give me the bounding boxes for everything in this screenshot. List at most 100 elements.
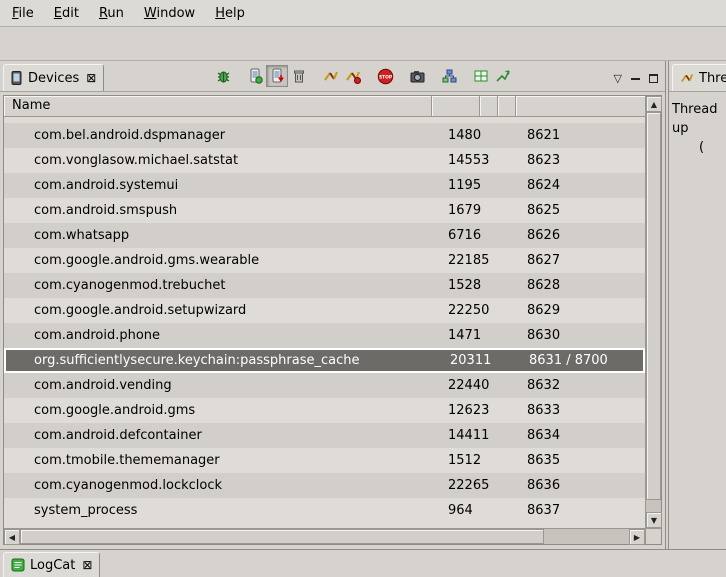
process-port: 8637 (520, 498, 645, 523)
scroll-down-icon[interactable]: ▼ (646, 512, 662, 528)
process-name: com.bel.android.dspmanager (4, 123, 432, 148)
device-row[interactable]: com.google.android.gms 12623 8633 (4, 398, 645, 423)
process-pid: 1679 (432, 198, 520, 223)
device-row[interactable]: com.tmobile.thememanager 1512 8635 (4, 448, 645, 473)
svg-text:STOP: STOP (379, 74, 393, 80)
device-row[interactable]: com.android.defcontainer 14411 8634 (4, 423, 645, 448)
maximize-icon[interactable] (649, 74, 658, 83)
menu-run[interactable]: Run (91, 3, 132, 24)
threads-message: Thread up ( (669, 92, 726, 157)
process-pid: 1195 (432, 173, 520, 198)
device-table-body: com.bel.android.dspmanager 1480 8621 com… (4, 117, 645, 528)
device-row[interactable]: com.google.android.gms.wearable 22185 86… (4, 248, 645, 273)
view-hierarchy-icon[interactable] (438, 65, 460, 87)
stop-process-icon[interactable]: STOP (374, 65, 396, 87)
process-pid: 964 (432, 498, 520, 523)
device-row[interactable]: org.sufficientlysecure.keychain:passphra… (4, 348, 645, 373)
process-port: 8623 (520, 148, 645, 173)
vertical-scrollbar[interactable]: ▲ ▼ (645, 96, 661, 544)
menu-file[interactable]: File (4, 3, 42, 24)
device-row[interactable]: com.vonglasow.michael.satstat 14553 8623 (4, 148, 645, 173)
process-name: com.tmobile.thememanager (4, 448, 432, 473)
column-header-port[interactable] (516, 96, 645, 116)
minimize-icon[interactable] (631, 77, 640, 80)
horizontal-scroll-thumb[interactable] (20, 529, 544, 544)
device-row[interactable]: com.cyanogenmod.lockclock 22265 8636 (4, 473, 645, 498)
process-name: com.vonglasow.michael.satstat (4, 148, 432, 173)
scroll-up-icon[interactable]: ▲ (646, 96, 662, 112)
menubar: File Edit Run Window Help (0, 0, 726, 27)
process-pid: 1528 (432, 273, 520, 298)
update-heap-icon[interactable] (244, 65, 266, 87)
process-pid: 22185 (432, 248, 520, 273)
device-row[interactable]: com.android.systemui 1195 8624 (4, 173, 645, 198)
process-name: com.cyanogenmod.trebuchet (4, 273, 432, 298)
ddms-window: File Edit Run Window Help Devices ⊠ (0, 0, 726, 577)
device-table: Name com.bel.android.dspmanager 1480 862… (3, 95, 662, 545)
scroll-right-icon[interactable]: ▶ (629, 529, 645, 545)
dump-hprof-icon[interactable] (266, 65, 288, 87)
table-header: Name (4, 96, 645, 117)
main-area: Devices ⊠ (0, 61, 726, 549)
menu-edit[interactable]: Edit (46, 3, 87, 24)
update-threads-icon[interactable] (320, 65, 342, 87)
screen-capture-icon[interactable] (406, 65, 428, 87)
process-name: com.google.android.gms (4, 398, 432, 423)
threads-panel-header: Threads (669, 61, 726, 92)
device-row[interactable]: com.android.vending 22440 8632 (4, 373, 645, 398)
process-port: 8625 (520, 198, 645, 223)
horizontal-scrollbar[interactable]: ◀ ▶ (4, 528, 645, 544)
device-row[interactable]: system_process 964 8637 (4, 498, 645, 523)
device-icon (11, 71, 23, 85)
process-name: com.android.phone (4, 323, 432, 348)
menu-help[interactable]: Help (207, 3, 253, 24)
process-pid: 1480 (432, 123, 520, 148)
threads-message-line-2: ( (699, 138, 726, 157)
toolbar-band (0, 27, 726, 61)
device-row[interactable]: com.android.smspush 1679 8625 (4, 198, 645, 223)
column-header-blank-1[interactable] (480, 96, 498, 116)
process-name: com.google.android.setupwizard (4, 298, 432, 323)
close-icon[interactable]: ⊠ (82, 558, 92, 572)
view-menu-icon[interactable]: ▽ (614, 72, 622, 85)
process-port: 8634 (520, 423, 645, 448)
toolbar-separator (396, 65, 406, 87)
close-icon[interactable]: ⊠ (86, 71, 96, 85)
method-profiling-icon[interactable] (342, 65, 364, 87)
process-pid: 14411 (432, 423, 520, 448)
device-row[interactable]: com.cyanogenmod.trebuchet 1528 8628 (4, 273, 645, 298)
scroll-left-icon[interactable]: ◀ (4, 529, 20, 545)
scrollbar-corner (646, 528, 661, 544)
toolbar-separator (428, 65, 438, 87)
process-name: org.sufficientlysecure.keychain:passphra… (6, 350, 434, 371)
process-name: com.android.systemui (4, 173, 432, 198)
device-row[interactable]: com.whatsapp 6716 8626 (4, 223, 645, 248)
vertical-scroll-track[interactable] (646, 112, 661, 512)
vertical-scroll-thumb[interactable] (646, 112, 661, 500)
capture-grid-icon[interactable] (470, 65, 492, 87)
process-port: 8636 (520, 473, 645, 498)
process-port: 8628 (520, 273, 645, 298)
device-row[interactable]: com.bel.android.dspmanager 1480 8621 (4, 123, 645, 148)
process-port: 8633 (520, 398, 645, 423)
tab-logcat[interactable]: LogCat ⊠ (3, 552, 100, 577)
column-header-name[interactable]: Name (4, 96, 432, 116)
menu-window[interactable]: Window (136, 3, 203, 24)
column-header-blank-2[interactable] (498, 96, 516, 116)
device-row[interactable]: com.google.android.setupwizard 22250 862… (4, 298, 645, 323)
tab-devices-label: Devices (28, 71, 79, 86)
cause-gc-icon[interactable] (288, 65, 310, 87)
tab-devices[interactable]: Devices ⊠ (3, 64, 104, 91)
process-pid: 1512 (432, 448, 520, 473)
process-pid: 22250 (432, 298, 520, 323)
tracing-icon[interactable] (492, 65, 514, 87)
devices-panel-header: Devices ⊠ (0, 61, 665, 92)
tab-threads[interactable]: Threads (672, 64, 726, 91)
process-port: 8621 (520, 123, 645, 148)
debug-process-icon[interactable] (212, 65, 234, 87)
threads-icon (680, 71, 694, 85)
column-header-pid[interactable] (432, 96, 480, 116)
device-row[interactable]: com.android.phone 1471 8630 (4, 323, 645, 348)
process-port: 8627 (520, 248, 645, 273)
horizontal-scroll-track[interactable] (20, 529, 629, 544)
